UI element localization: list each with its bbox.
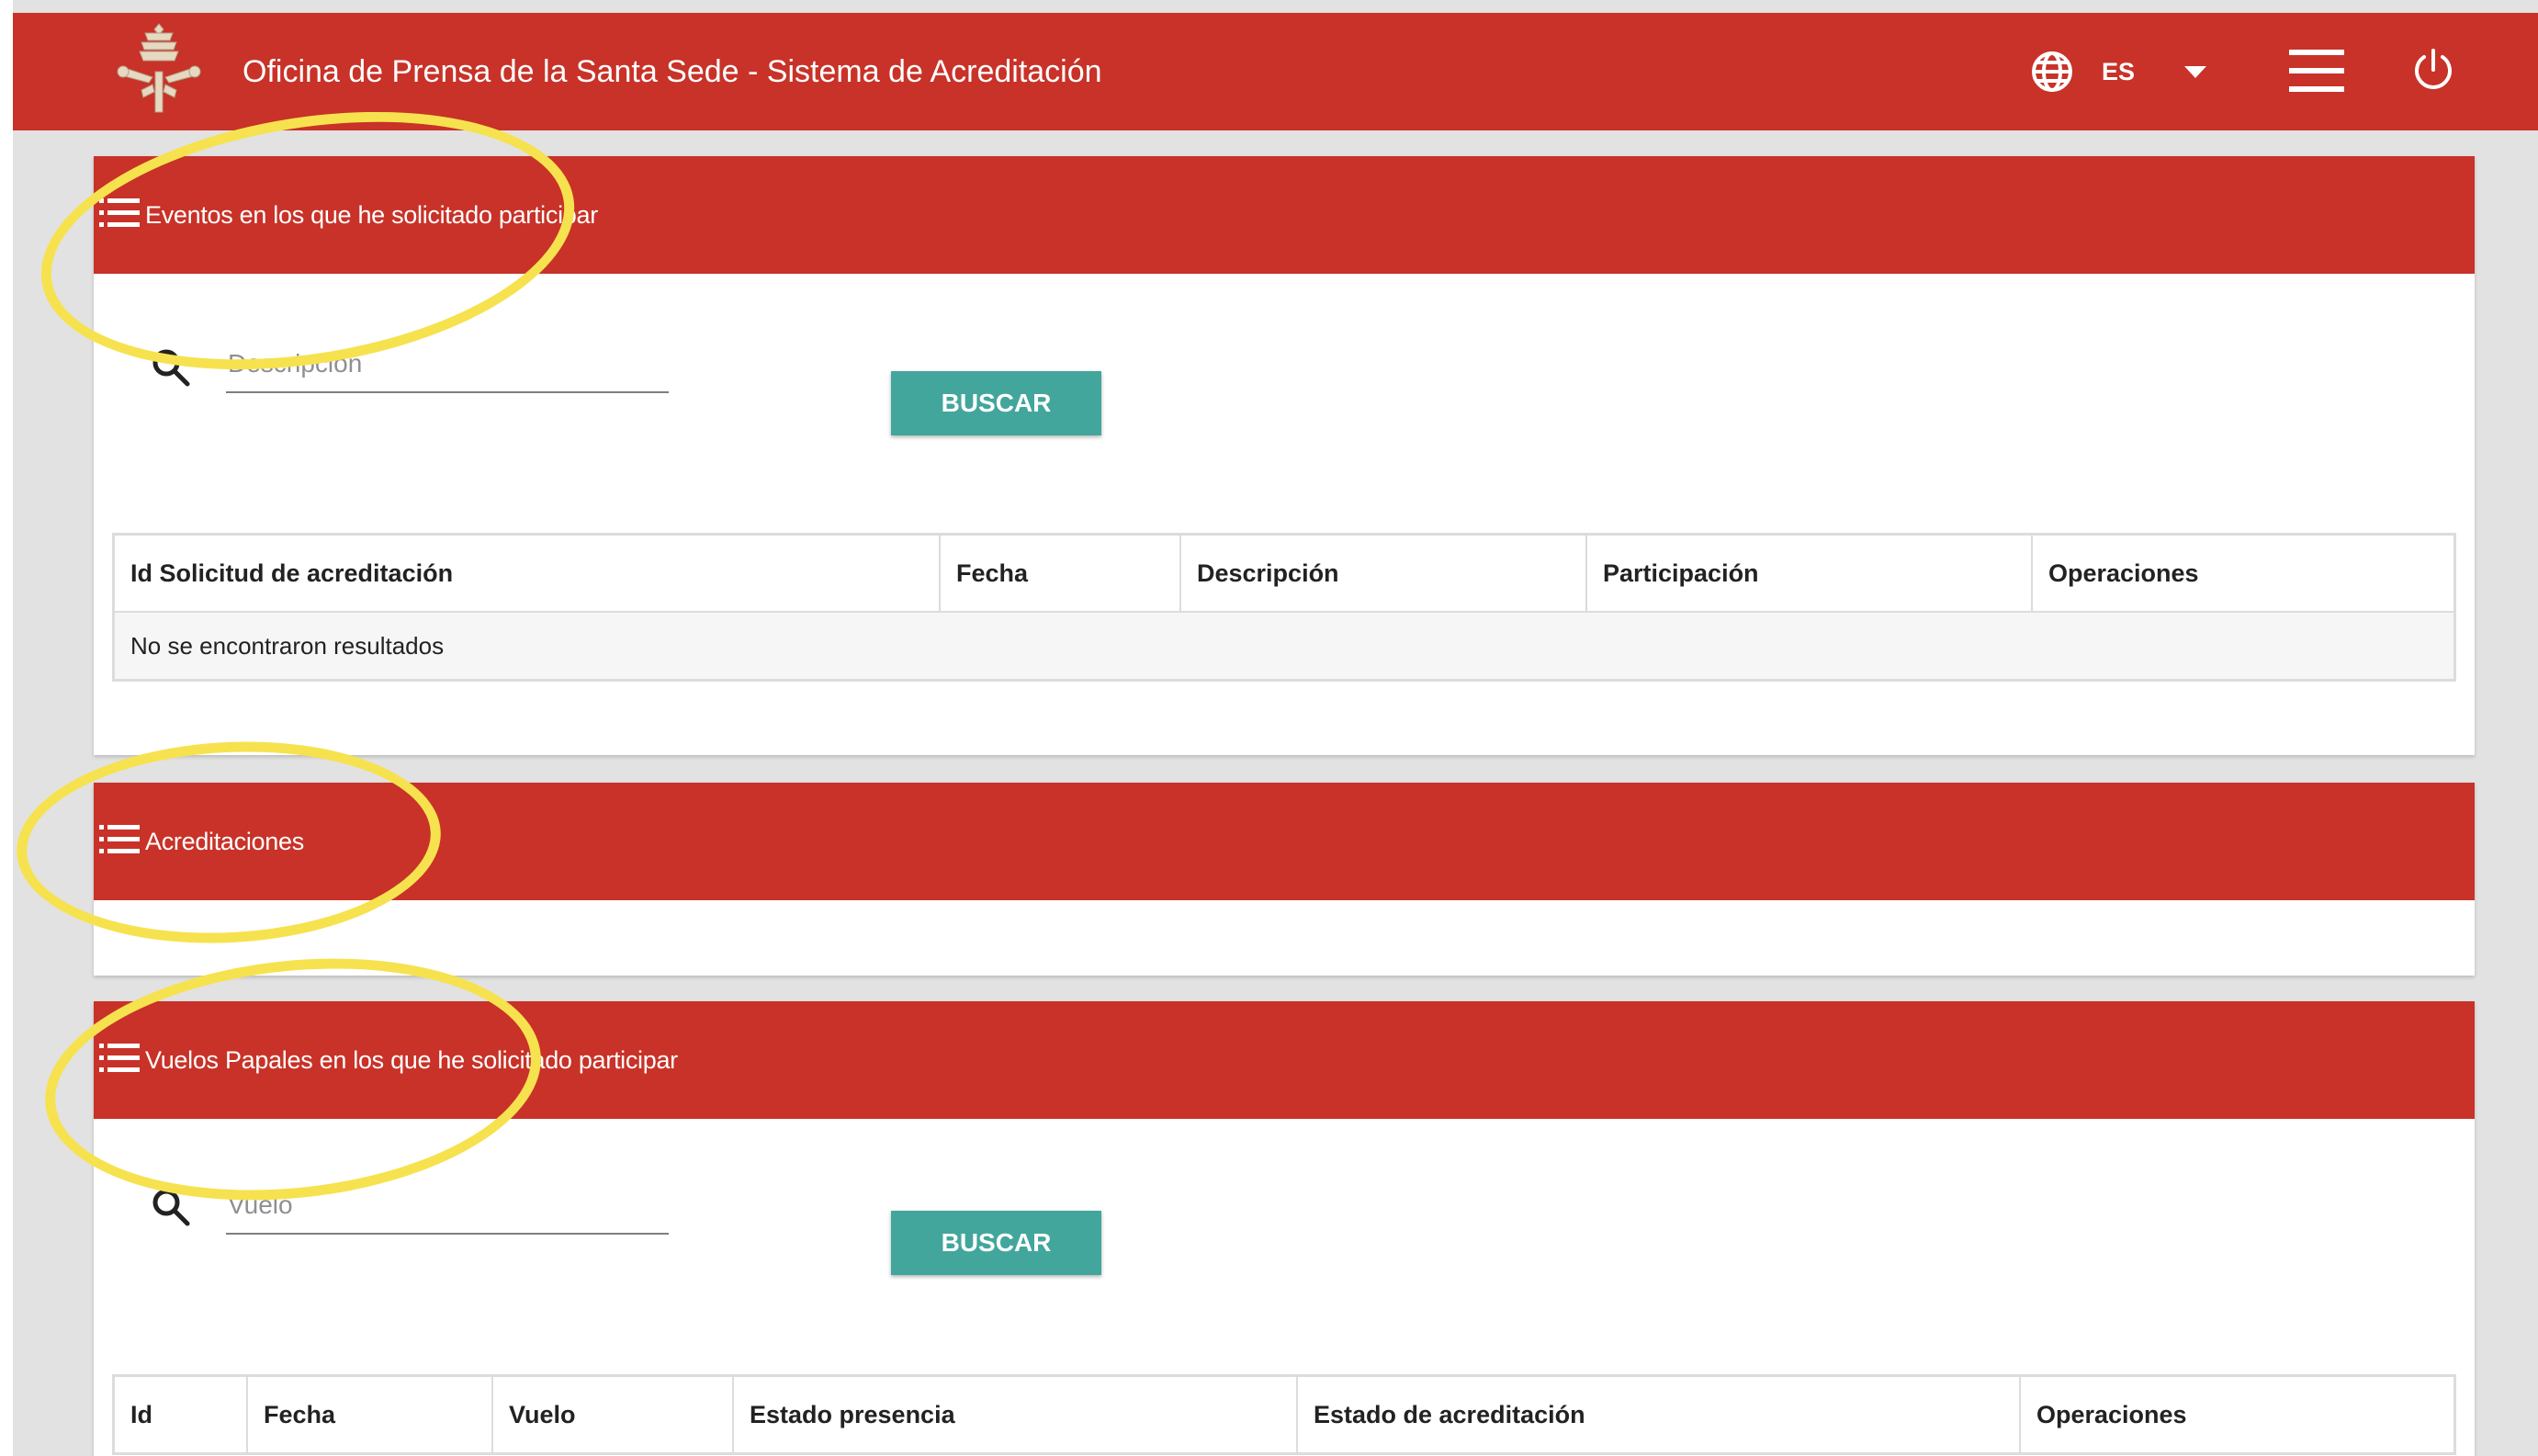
language-selector[interactable]: ES (2102, 13, 2135, 130)
events-search-field (226, 344, 672, 393)
table-header-row: Id Solicitud de acreditación Fecha Descr… (113, 534, 2455, 612)
flights-card-title: Vuelos Papales en los que he solicitado … (145, 1046, 678, 1074)
column-header[interactable]: Id Solicitud de acreditación (113, 534, 941, 612)
flights-search-input[interactable] (226, 1185, 672, 1220)
vatican-coat-of-arms-logo (117, 23, 201, 113)
flights-card-header: Vuelos Papales en los que he solicitado … (94, 1001, 2475, 1119)
search-icon (152, 1189, 190, 1226)
flights-table: Id Fecha Vuelo Estado presencia Estado d… (112, 1374, 2456, 1455)
events-card: Eventos en los que he solicitado partici… (94, 156, 2475, 755)
empty-results-message: No se encontraron resultados (113, 611, 2455, 681)
flights-search-field (226, 1185, 672, 1235)
menu-icon[interactable] (2289, 50, 2344, 92)
power-icon[interactable] (2412, 48, 2454, 94)
accreditations-card-title: Acreditaciones (145, 828, 304, 855)
column-header[interactable]: Operaciones (2032, 534, 2455, 612)
flights-search-button[interactable]: BUSCAR (891, 1211, 1101, 1275)
table-row: No se encontraron resultados (113, 611, 2455, 681)
column-header[interactable]: Participación (1586, 534, 2033, 612)
column-header[interactable]: Vuelo (492, 1375, 734, 1454)
top-bar: Oficina de Prensa de la Santa Sede - Sis… (13, 13, 2538, 130)
search-icon (152, 349, 190, 387)
table-header-row: Id Fecha Vuelo Estado presencia Estado d… (113, 1375, 2455, 1454)
events-table: Id Solicitud de acreditación Fecha Descr… (112, 533, 2456, 682)
list-icon (99, 1044, 140, 1072)
column-header[interactable]: Operaciones (2020, 1375, 2455, 1454)
accreditations-card: Acreditaciones (94, 783, 2475, 976)
events-search-input[interactable] (226, 344, 672, 378)
accreditations-card-header: Acreditaciones (94, 783, 2475, 900)
column-header[interactable]: Id (113, 1375, 248, 1454)
app-title: Oficina de Prensa de la Santa Sede - Sis… (243, 54, 1102, 89)
flights-card: Vuelos Papales en los que he solicitado … (94, 1001, 2475, 1456)
caret-down-icon[interactable] (2184, 66, 2206, 79)
events-search-button[interactable]: BUSCAR (891, 371, 1101, 435)
column-header[interactable]: Estado presencia (733, 1375, 1298, 1454)
globe-icon[interactable] (2030, 50, 2074, 94)
events-card-title: Eventos en los que he solicitado partici… (145, 201, 598, 229)
column-header[interactable]: Fecha (247, 1375, 493, 1454)
column-header[interactable]: Fecha (940, 534, 1181, 612)
column-header[interactable]: Descripción (1180, 534, 1587, 612)
list-icon (99, 198, 140, 227)
list-icon (99, 825, 140, 853)
events-card-header: Eventos en los que he solicitado partici… (94, 156, 2475, 274)
column-header[interactable]: Estado de acreditación (1297, 1375, 2021, 1454)
